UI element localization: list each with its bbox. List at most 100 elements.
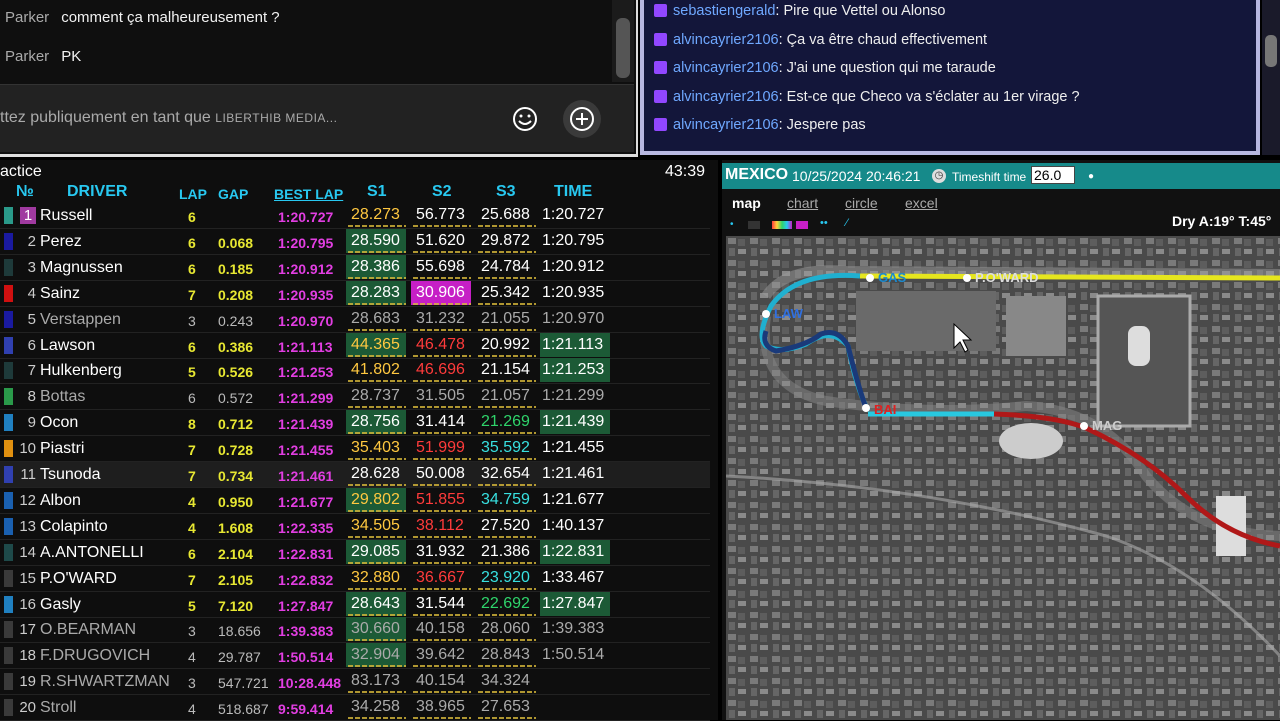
header-best-lap[interactable]: BEST LAP	[274, 186, 343, 202]
header-time[interactable]: TIME	[554, 183, 592, 201]
chat-message: alvincayrier2106: Ça va être chaud effec…	[654, 32, 987, 48]
position: 11	[20, 466, 36, 483]
header-driver[interactable]: DRIVER	[67, 183, 127, 201]
timing-row[interactable]: 7 Hulkenberg 5 0.526 1:21.253 41.802 46.696 21.…	[0, 358, 710, 385]
driver-name[interactable]: Gasly	[40, 596, 81, 614]
driver-name[interactable]: Sainz	[40, 285, 80, 303]
slash-icon[interactable]: ⁄	[846, 217, 848, 229]
timing-row[interactable]: 20 Stroll 4 518.687 9:59.414 34.258 38.965 27.6…	[0, 695, 710, 721]
driver-name[interactable]: Colapinto	[40, 518, 108, 536]
satellite-track-map[interactable]: GAS P.O'WARD LAW BAI MAG	[726, 236, 1280, 720]
tool-box-icon[interactable]	[748, 221, 760, 229]
tab-circle[interactable]: circle	[845, 195, 878, 211]
chat-username[interactable]: sebastiengerald	[673, 3, 775, 19]
best-lap: 1:21.253	[278, 364, 334, 381]
chat-input[interactable]: ttez publiquement en tant que LIBERTHIB …	[0, 109, 337, 127]
timing-row[interactable]: 1 Russell 6 1:20.727 28.273 56.773 25.688 1:20.…	[0, 203, 710, 229]
position: 3	[27, 258, 36, 276]
timing-row[interactable]: 15 P.O'WARD 7 2.105 1:22.832 32.880 36.667 23.9…	[0, 566, 710, 592]
color-palette-icon[interactable]	[772, 221, 792, 229]
chat-username[interactable]: alvincayrier2106	[673, 60, 779, 76]
timing-row[interactable]: 8 Bottas 6 0.572 1:21.299 28.737 31.505 21.057 1…	[0, 384, 710, 411]
driver-name[interactable]: Albon	[40, 492, 81, 510]
badge-icon	[654, 33, 667, 46]
position: 12	[19, 491, 36, 509]
driver-name[interactable]: Verstappen	[40, 311, 121, 329]
driver-name[interactable]: P.O'WARD	[40, 570, 117, 588]
driver-name[interactable]: Stroll	[40, 699, 76, 717]
timing-row[interactable]: 10 Piastri 7 0.728 1:21.455 35.403 51.999 35.59…	[0, 436, 710, 463]
gap-value: 0.068	[218, 234, 254, 251]
chat-username[interactable]: alvincayrier2106	[673, 32, 779, 48]
driver-name[interactable]: Hulkenberg	[40, 362, 122, 380]
sector2-time: 56.773	[416, 206, 465, 223]
driver-name[interactable]: Tsunoda	[40, 466, 101, 484]
sector3-time: 23.920	[481, 568, 530, 586]
add-button[interactable]	[563, 100, 601, 138]
header-s2[interactable]: S2	[432, 183, 452, 201]
header-s1[interactable]: S1	[367, 183, 387, 201]
twitch-scrollbar[interactable]	[1262, 0, 1280, 155]
header-s3[interactable]: S3	[496, 183, 516, 201]
timing-row[interactable]: 5 Verstappen 3 0.243 1:20.970 28.683 31.232 21.…	[0, 307, 710, 333]
header-gap[interactable]: GAP	[218, 186, 248, 202]
timing-row[interactable]: 4 Sainz 7 0.208 1:20.935 28.283 30.906 25.342 1:…	[0, 280, 710, 307]
timing-row[interactable]: 19 R.SHWARTZMAN 3 547.721 10:28.448 83.173 40.…	[0, 669, 710, 696]
team-color-swatch	[4, 543, 13, 561]
sector1-minisectors	[348, 484, 406, 486]
gap-value: 18.656	[218, 623, 261, 640]
timing-row[interactable]: 14 A.ANTONELLI 6 2.104 1:22.831 29.085 31.932 2…	[0, 539, 710, 566]
timing-row[interactable]: 2 Perez 6 0.068 1:20.795 28.590 51.620 29.872 1:…	[0, 228, 710, 255]
timing-row[interactable]: 18 F.DRUGOVICH 4 29.787 1:50.514 32.904 39.642…	[0, 643, 710, 670]
scrollbar-thumb[interactable]	[616, 18, 630, 78]
color-swatch-icon[interactable]	[796, 221, 808, 229]
tab-chart[interactable]: chart	[787, 195, 818, 211]
driver-name[interactable]: Piastri	[40, 440, 84, 458]
scrollbar-thumb[interactable]	[1265, 35, 1277, 67]
driver-name[interactable]: Bottas	[40, 388, 85, 406]
best-lap: 1:21.677	[278, 493, 334, 510]
sector3-time: 24.784	[481, 257, 530, 275]
timing-row[interactable]: 9 Ocon 8 0.712 1:21.439 28.756 31.414 21.269 1:2…	[0, 410, 710, 437]
sector1-time: 28.756	[346, 410, 406, 435]
timing-row[interactable]: 3 Magnussen 6 0.185 1:20.912 28.386 55.698 24.7…	[0, 254, 710, 281]
timing-row[interactable]: 16 Gasly 5 7.120 1:27.847 28.643 31.544 22.692 1…	[0, 591, 710, 618]
sector3-minisectors	[478, 561, 536, 564]
header-lap[interactable]: LAP	[179, 186, 207, 202]
timing-row[interactable]: 12 Albon 4 0.950 1:21.677 29.802 51.855 34.759 1…	[0, 487, 710, 514]
lap-count: 6	[188, 260, 196, 277]
driver-name[interactable]: R.SHWARTZMAN	[40, 673, 170, 691]
tab-map[interactable]: map	[732, 195, 761, 211]
sector1-minisectors	[348, 354, 406, 357]
chat-scrollbar[interactable]	[612, 0, 634, 82]
session-clock: 43:39	[665, 163, 706, 180]
tab-excel[interactable]: excel	[905, 195, 938, 211]
gap-value: 518.687	[218, 701, 269, 718]
position: 4	[27, 284, 36, 302]
driver-name[interactable]: A.ANTONELLI	[40, 544, 144, 562]
timing-row[interactable]: 6 Lawson 6 0.386 1:21.113 44.365 46.478 20.992 1…	[0, 332, 710, 359]
lap-time: 1:40.137	[542, 516, 605, 534]
driver-name[interactable]: Perez	[40, 233, 82, 251]
sector3-minisectors	[478, 535, 536, 538]
lap-time: 1:20.970	[542, 309, 605, 327]
tool-dot-icon[interactable]: •	[730, 219, 734, 230]
timing-row[interactable]: 11 Tsunoda 7 0.734 1:21.461 28.628 50.008 32.65…	[0, 462, 710, 488]
sector1-minisectors	[348, 432, 406, 435]
timing-row[interactable]: 13 Colapinto 4 1.608 1:22.335 34.505 38.112 27.…	[0, 514, 710, 540]
sector3-time: 32.654	[481, 465, 530, 482]
sector3-time: 20.992	[481, 335, 530, 353]
chat-username[interactable]: alvincayrier2106	[673, 117, 779, 133]
emoji-button[interactable]	[506, 100, 544, 138]
driver-name[interactable]: O.BEARMAN	[40, 621, 136, 639]
sector2-minisectors	[413, 354, 471, 357]
chat-username[interactable]: alvincayrier2106	[673, 89, 779, 105]
driver-name[interactable]: F.DRUGOVICH	[40, 647, 150, 665]
timeshift-input[interactable]: 26.0	[1031, 166, 1075, 184]
driver-name[interactable]: Ocon	[40, 414, 78, 432]
driver-name[interactable]: Lawson	[40, 337, 95, 355]
dots-icon[interactable]: ••	[820, 217, 828, 229]
driver-name[interactable]: Magnussen	[40, 259, 123, 277]
timing-row[interactable]: 17 O.BEARMAN 3 18.656 1:39.383 30.660 40.158 28…	[0, 617, 710, 644]
driver-name[interactable]: Russell	[40, 207, 92, 225]
